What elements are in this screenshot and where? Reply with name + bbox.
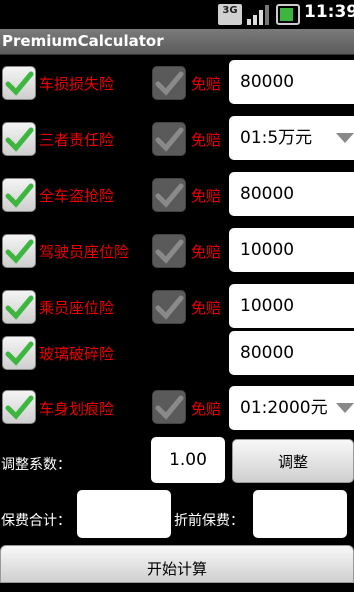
amount-input[interactable]: 80000 <box>229 172 354 216</box>
exempt-checkbox[interactable] <box>152 178 186 212</box>
total-premium-field[interactable] <box>77 490 171 538</box>
amount-input[interactable]: 10000 <box>229 228 354 272</box>
exempt-checkbox[interactable] <box>152 290 186 324</box>
insurance-label: 三者责任险 <box>39 131 115 149</box>
insurance-checkbox[interactable] <box>2 234 36 268</box>
insurance-row: 三者责任险 免赔 01:5万元 <box>0 111 354 167</box>
network-type: 3G <box>222 5 238 16</box>
amount-input[interactable]: 10000 <box>229 284 354 328</box>
signal-icon <box>246 4 270 25</box>
dropdown-arrow-icon <box>336 403 354 413</box>
insurance-label: 驾驶员座位险 <box>39 243 130 261</box>
exempt-checkbox[interactable] <box>152 234 186 268</box>
clock: 11:39 <box>304 2 354 22</box>
battery-icon <box>276 4 300 25</box>
insurance-row: 驾驶员座位险 免赔 10000 <box>0 223 354 279</box>
insurance-row: 车损损失险 免赔 80000 <box>0 55 354 111</box>
insurance-label: 玻璃破碎险 <box>39 345 115 363</box>
exempt-label: 免赔 <box>191 131 222 149</box>
insurance-checkbox[interactable] <box>2 66 36 100</box>
coverage-spinner[interactable]: 01:5万元 <box>229 116 354 160</box>
network-3g-icon: 3G <box>218 4 242 25</box>
spinner-value: 01:2000元 <box>240 398 328 418</box>
insurance-label: 乘员座位险 <box>39 299 115 317</box>
start-calculation-button[interactable]: 开始计算 <box>0 545 354 583</box>
insurance-checkbox[interactable] <box>2 178 36 212</box>
exempt-checkbox[interactable] <box>152 390 186 424</box>
exempt-label: 免赔 <box>191 75 222 93</box>
insurance-row: 车身划痕险 免赔 01:2000元 <box>0 381 354 437</box>
app-title: PremiumCalculator <box>2 32 164 50</box>
exempt-label: 免赔 <box>191 400 222 418</box>
amount-input[interactable]: 80000 <box>229 331 354 375</box>
exempt-label: 免赔 <box>191 243 222 261</box>
exempt-label: 免赔 <box>191 299 222 317</box>
title-bar: PremiumCalculator <box>0 29 354 55</box>
total-label: 保费合计： <box>1 513 71 529</box>
dropdown-arrow-icon <box>336 133 354 143</box>
insurance-checkbox[interactable] <box>2 390 36 424</box>
discount-label: 折前保费： <box>174 513 244 529</box>
insurance-label: 车损损失险 <box>39 75 115 93</box>
insurance-label: 车身划痕险 <box>39 400 115 418</box>
amount-input[interactable]: 80000 <box>229 60 354 104</box>
status-bar: 3G 11:39 <box>0 0 354 29</box>
adjust-label: 调整系数： <box>1 457 71 473</box>
spinner-value: 01:5万元 <box>240 128 313 148</box>
adjust-button[interactable]: 调整 <box>232 439 354 483</box>
insurance-label: 全车盗抢险 <box>39 187 115 205</box>
pre-discount-premium-field[interactable] <box>253 490 347 538</box>
coverage-spinner[interactable]: 01:2000元 <box>229 386 354 430</box>
insurance-checkbox[interactable] <box>2 122 36 156</box>
insurance-checkbox[interactable] <box>2 290 36 324</box>
exempt-label: 免赔 <box>191 187 222 205</box>
exempt-checkbox[interactable] <box>152 66 186 100</box>
exempt-checkbox[interactable] <box>152 122 186 156</box>
insurance-checkbox[interactable] <box>2 336 36 370</box>
insurance-row: 乘员座位险 免赔 10000 <box>0 279 354 335</box>
insurance-row: 全车盗抢险 免赔 80000 <box>0 167 354 223</box>
adjust-factor-input[interactable]: 1.00 <box>151 437 225 483</box>
